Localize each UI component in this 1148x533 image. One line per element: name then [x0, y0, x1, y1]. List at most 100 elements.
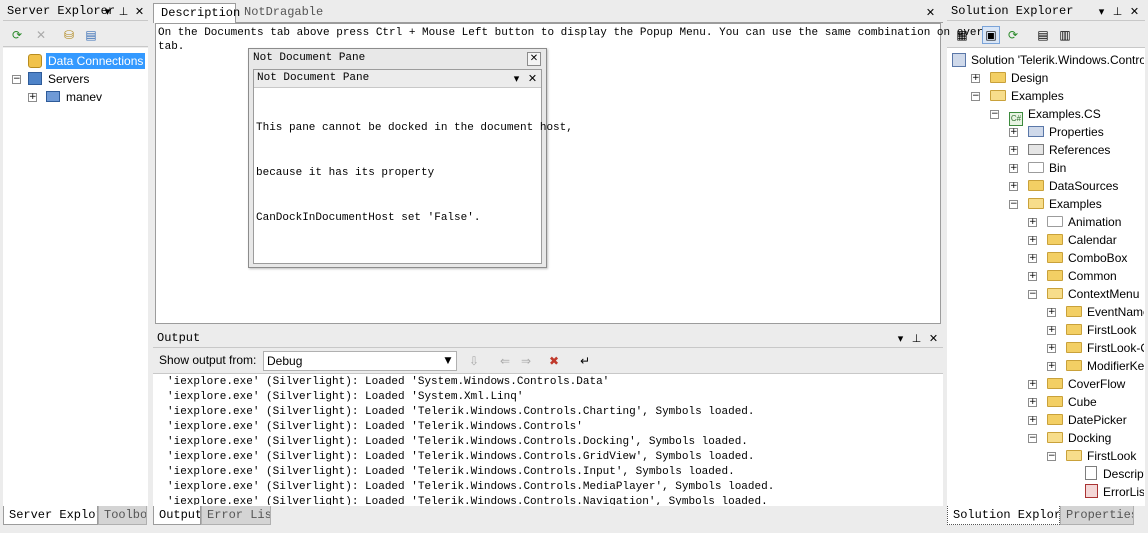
find-icon[interactable]: ⇩ [465, 352, 483, 370]
close-icon[interactable]: ✕ [526, 72, 539, 85]
collapse-icon[interactable]: − [971, 92, 980, 101]
tree-item-description-xaml[interactable]: Description.xaml [1066, 465, 1144, 483]
view-code-icon[interactable]: ▤ [1034, 26, 1052, 44]
stop-icon[interactable]: ✕ [32, 26, 50, 44]
pane-header[interactable]: Not Document Pane ▾ ✕ [254, 70, 541, 88]
tab-server-explorer[interactable]: Server Explorer [3, 506, 98, 525]
expand-icon[interactable]: + [1028, 236, 1037, 245]
refresh-icon[interactable]: ⟳ [8, 26, 26, 44]
dropdown-icon[interactable]: ▾ [1095, 5, 1108, 18]
view-designer-icon[interactable]: ▥ [1056, 26, 1074, 44]
tab-solution-explorer[interactable]: Solution Explorer [947, 506, 1060, 525]
tree-item-examples[interactable]: − Examples [1009, 195, 1102, 213]
tree-item-datasources[interactable]: + DataSources [1009, 177, 1118, 195]
tree-item-cube[interactable]: + Cube [1028, 393, 1097, 411]
expand-icon[interactable]: + [28, 93, 37, 102]
tab-error-list[interactable]: Error List [201, 506, 271, 525]
properties-icon[interactable]: ▦ [953, 26, 971, 44]
close-icon[interactable]: ✕ [133, 5, 146, 18]
previous-message-icon[interactable]: ⇐ [496, 352, 514, 370]
tree-item-docking[interactable]: − Docking [1028, 429, 1111, 447]
expand-icon[interactable]: + [1028, 398, 1037, 407]
close-icon[interactable]: ✕ [1128, 5, 1141, 18]
pin-icon[interactable]: ⊥ [910, 332, 923, 345]
clear-all-icon[interactable]: ✖ [545, 352, 563, 370]
tab-description[interactable]: Description [153, 3, 240, 23]
expand-icon[interactable]: + [1028, 380, 1037, 389]
solution-explorer-titlebar[interactable]: Solution Explorer ▾ ⊥ ✕ [947, 3, 1145, 21]
expand-icon[interactable]: + [971, 74, 980, 83]
expand-icon[interactable]: + [1047, 326, 1056, 335]
chevron-down-icon[interactable]: ▼ [442, 355, 454, 368]
connect-server-icon[interactable]: ▤ [82, 26, 100, 44]
collapse-icon[interactable]: − [1028, 290, 1037, 299]
expand-icon[interactable]: + [1009, 146, 1018, 155]
tree-item-eventname[interactable]: + EventName [1047, 303, 1144, 321]
output-line: 'iexplore.exe' (Silverlight): Loaded 'Te… [167, 466, 735, 478]
tree-item-references[interactable]: + References [1009, 141, 1110, 159]
expand-icon[interactable]: + [1028, 272, 1037, 281]
tree-item-calendar[interactable]: + Calendar [1028, 231, 1117, 249]
show-output-select[interactable]: Debug ▼ [263, 351, 457, 371]
tree-item-animation[interactable]: + Animation [1028, 213, 1121, 231]
expand-icon[interactable]: + [1009, 128, 1018, 137]
dropdown-icon[interactable]: ▾ [894, 332, 907, 345]
expand-icon[interactable]: + [1028, 416, 1037, 425]
properties-icon [1028, 126, 1044, 137]
expand-icon[interactable]: + [1028, 218, 1037, 227]
tree-item-coverflow[interactable]: + CoverFlow [1028, 375, 1125, 393]
tree-item-contextmenu[interactable]: − ContextMenu [1028, 285, 1139, 303]
collapse-icon[interactable]: − [990, 110, 999, 119]
pin-icon[interactable]: ⊥ [117, 5, 130, 18]
connect-database-icon[interactable]: ⛁ [60, 26, 78, 44]
tree-item-examples[interactable]: − Examples [971, 87, 1064, 105]
tree-item-combobox[interactable]: + ComboBox [1028, 249, 1127, 267]
collapse-icon[interactable]: − [1047, 452, 1056, 461]
word-wrap-icon[interactable]: ↵ [576, 352, 594, 370]
tree-item-bin[interactable]: + Bin [1009, 159, 1066, 177]
tree-item-design[interactable]: + Design [971, 69, 1048, 87]
floating-window[interactable]: Not Document Pane ✕ Not Document Pane ▾ … [248, 48, 573, 268]
tree-item-firstlook[interactable]: + FirstLook [1047, 321, 1136, 339]
tree-item-data-connections[interactable]: Data Connections [12, 52, 146, 70]
expand-icon[interactable]: + [1047, 362, 1056, 371]
collapse-icon[interactable]: − [12, 75, 21, 84]
show-all-files-icon[interactable]: ▣ [982, 26, 1000, 44]
expand-icon[interactable]: + [1047, 308, 1056, 317]
floating-window-titlebar[interactable]: Not Document Pane ✕ [249, 49, 546, 69]
tree-item-properties[interactable]: + Properties [1009, 123, 1104, 141]
tree-item-solution-telerik-windows-controls-examples-silverlight[interactable]: Solution 'Telerik.Windows.Controls.Examp… [952, 51, 1144, 69]
output-titlebar[interactable]: Output ▾ ⊥ ✕ [153, 330, 943, 348]
solution-icon [952, 53, 966, 67]
tab-properties[interactable]: Properties [1060, 506, 1134, 525]
tree-item-manev[interactable]: + manev [28, 88, 102, 106]
expand-icon[interactable]: + [1028, 254, 1037, 263]
next-message-icon[interactable]: ⇒ [517, 352, 535, 370]
refresh-icon[interactable]: ⟳ [1004, 26, 1022, 44]
tree-item-errorlist-png[interactable]: ErrorList.png [1066, 483, 1144, 501]
close-icon[interactable]: ✕ [924, 6, 937, 19]
tree-item-servers[interactable]: − Servers [12, 70, 89, 88]
tab-output[interactable]: Output [153, 506, 201, 525]
collapse-icon[interactable]: − [1009, 200, 1018, 209]
expand-icon[interactable]: + [1009, 182, 1018, 191]
dropdown-icon[interactable]: ▾ [510, 72, 523, 85]
tab-notdragable[interactable]: NotDragable [239, 3, 329, 23]
close-icon[interactable]: ✕ [527, 52, 541, 66]
tab-toolbox[interactable]: Toolbox [98, 506, 147, 525]
server-explorer-titlebar[interactable]: Server Explorer ▾ ⊥ ✕ [3, 3, 148, 21]
tree-item-examples-cs[interactable]: − C# Examples.CS [990, 105, 1101, 126]
dropdown-icon[interactable]: ▾ [101, 5, 114, 18]
folder-open-icon [1066, 450, 1082, 461]
tree-item-firstlook[interactable]: − FirstLook [1047, 447, 1136, 465]
tree-item-common[interactable]: + Common [1028, 267, 1117, 285]
tree-item-modifierkey[interactable]: + ModifierKey [1047, 357, 1144, 375]
close-icon[interactable]: ✕ [927, 332, 940, 345]
collapse-icon[interactable]: − [1028, 434, 1037, 443]
tree-item-firstlook-old[interactable]: + FirstLook-Old [1047, 339, 1144, 357]
expand-icon[interactable]: + [1047, 344, 1056, 353]
server-explorer-title: Server Explorer [7, 4, 116, 18]
pin-icon[interactable]: ⊥ [1111, 5, 1124, 18]
tree-item-datepicker[interactable]: + DatePicker [1028, 411, 1127, 429]
expand-icon[interactable]: + [1009, 164, 1018, 173]
